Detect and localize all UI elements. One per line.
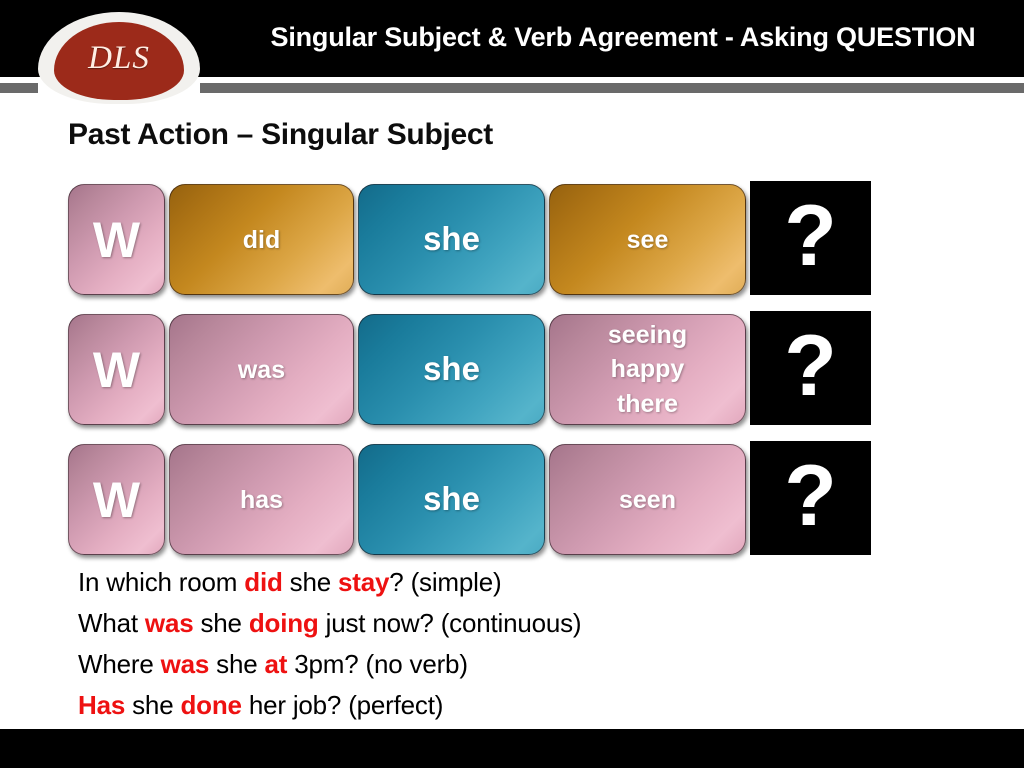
subject-label: she — [423, 220, 480, 258]
auxiliary-verb-label: did — [242, 225, 281, 254]
sentence-row: Whas she seen? — [68, 441, 878, 555]
question-mark-box: ? — [750, 181, 871, 295]
main-verb-label: seeing happy there — [607, 320, 688, 418]
sentence-pattern-grid: Wdid she see? Wwas she seeing happy there? Whas s… — [68, 181, 878, 574]
example-sentence: Has she done her job? (perfect) — [78, 685, 581, 726]
sentence-text: she — [125, 690, 181, 720]
highlighted-verb: was — [160, 649, 210, 679]
wh-word-label: W — [92, 341, 141, 398]
highlighted-verb: did — [244, 567, 283, 597]
subject-box[interactable]: she — [358, 444, 545, 555]
auxiliary-verb-box[interactable]: was — [169, 314, 354, 425]
question-mark-icon: ? — [784, 188, 837, 284]
question-mark-box: ? — [750, 441, 871, 555]
sentence-text: In which room — [78, 567, 245, 597]
highlighted-verb: done — [180, 690, 242, 720]
wh-word-box[interactable]: W — [68, 444, 165, 555]
auxiliary-verb-box[interactable]: has — [169, 444, 354, 555]
sentence-text: just now? (continuous) — [318, 608, 582, 638]
example-sentence: What was she doing just now? (continuous… — [78, 603, 582, 644]
main-verb-label: see — [626, 225, 669, 254]
dls-logo: DLS — [38, 12, 200, 104]
question-mark-box: ? — [750, 311, 871, 425]
sentence-text: she — [282, 567, 339, 597]
subject-label: she — [423, 480, 480, 518]
highlighted-verb: doing — [248, 608, 319, 638]
main-verb-box[interactable]: seeing happy there — [549, 314, 746, 425]
sentence-text: What — [78, 608, 145, 638]
header-rule-left — [0, 83, 38, 93]
sentence-text: ? (simple) — [389, 567, 502, 597]
highlighted-verb: was — [144, 608, 194, 638]
footer-bar — [0, 729, 1024, 768]
wh-word-box[interactable]: W — [68, 184, 165, 295]
header-rule-right — [200, 83, 1024, 93]
logo-text: DLS — [88, 40, 150, 76]
wh-word-label: W — [92, 211, 141, 268]
wh-word-box[interactable]: W — [68, 314, 165, 425]
subject-label: she — [423, 350, 480, 388]
example-sentences: In which room did she stay? (simple) What… — [78, 562, 582, 726]
subject-box[interactable]: she — [358, 314, 545, 425]
main-verb-box[interactable]: seen — [549, 444, 746, 555]
sentence-text: she — [193, 608, 249, 638]
main-verb-label: seen — [619, 485, 676, 514]
auxiliary-verb-label: was — [237, 355, 286, 384]
subject-box[interactable]: she — [358, 184, 545, 295]
highlighted-verb: stay — [338, 567, 390, 597]
section-heading: Past Action – Singular Subject — [68, 118, 493, 151]
auxiliary-verb-label: has — [239, 485, 284, 514]
sentence-text: 3pm? (no verb) — [287, 649, 468, 679]
sentence-text: she — [209, 649, 265, 679]
example-sentence: In which room did she stay? (simple) — [78, 562, 581, 603]
wh-word-label: W — [92, 471, 141, 528]
sentence-text: Where — [78, 649, 161, 679]
question-mark-icon: ? — [784, 448, 837, 544]
sentence-text: her job? (perfect) — [241, 690, 444, 720]
sentence-row: Wwas she seeing happy there? — [68, 311, 878, 425]
highlighted-verb: Has — [78, 690, 126, 720]
example-sentence: Where was she at 3pm? (no verb) — [78, 644, 581, 685]
main-verb-box[interactable]: see — [549, 184, 746, 295]
sentence-row: Wdid she see? — [68, 181, 878, 295]
auxiliary-verb-box[interactable]: did — [169, 184, 354, 295]
page-title: Singular Subject & Verb Agreement - Aski… — [270, 22, 976, 52]
question-mark-icon: ? — [784, 318, 837, 414]
highlighted-verb: at — [264, 649, 288, 679]
